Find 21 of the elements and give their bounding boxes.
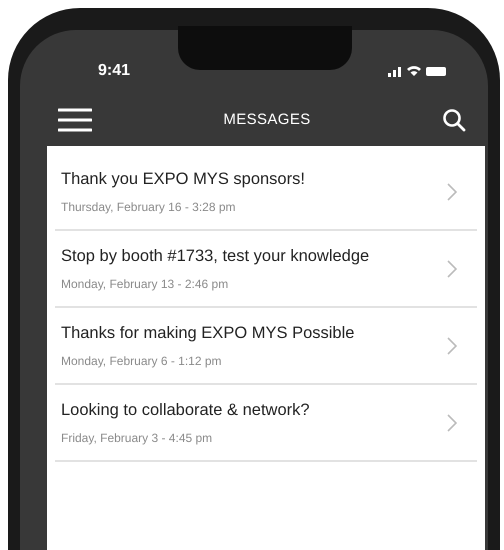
status-time: 9:41 <box>98 61 130 81</box>
message-row[interactable]: Stop by booth #1733, test your knowledge Monday, February 13 - 2:46 pm <box>55 231 477 308</box>
message-title: Thanks for making EXPO MYS Possible <box>61 323 354 344</box>
chevron-icon <box>447 260 457 278</box>
chevron-icon <box>447 182 457 200</box>
message-row[interactable]: Thanks for making EXPO MYS Possible Monday, February 6 - 1:12 pm <box>55 308 477 385</box>
message-date: Friday, February 3 - 4:45 pm <box>61 430 214 447</box>
chevron-icon <box>447 336 457 354</box>
menu-icon[interactable] <box>58 108 92 132</box>
message-row[interactable]: Thank you EXPO MYS sponsors! Thursday, February 16 - 3:28 pm <box>55 154 477 231</box>
screen-title: MESSAGES <box>223 110 311 130</box>
status-icons <box>388 64 448 78</box>
message-date: Thursday, February 16 - 3:28 pm <box>61 198 237 216</box>
chevron-icon <box>447 414 457 432</box>
message-title: Stop by booth #1733, test your knowledge <box>61 246 370 268</box>
message-date: Monday, February 13 - 2:46 pm <box>61 276 230 293</box>
message-title: Thank you EXPO MYS sponsors! <box>61 169 305 190</box>
message-row[interactable]: Looking to collaborate & network? Friday, February 3 - 4:45 pm <box>55 385 477 462</box>
message-date: Monday, February 6 - 1:12 pm <box>61 352 223 370</box>
message-title: Looking to collaborate & network? <box>61 400 310 422</box>
search-icon[interactable] <box>442 108 466 132</box>
